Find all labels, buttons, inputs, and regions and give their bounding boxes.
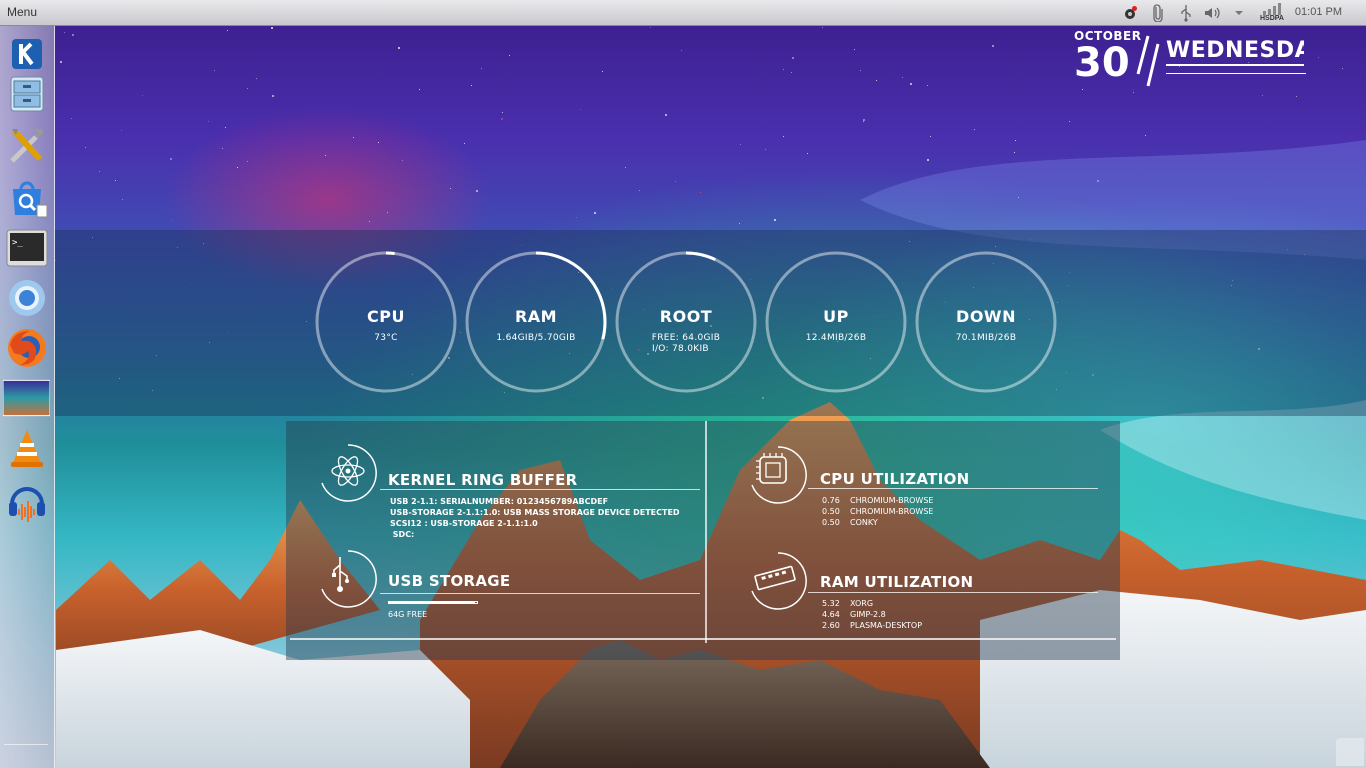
- cpu-process-value: 0.50: [822, 507, 840, 516]
- panel-divider: [705, 421, 707, 643]
- cpu-process-name: CONKY: [850, 518, 878, 527]
- cpu-process-name: CHROMIUM-BROWSE: [850, 507, 934, 516]
- usb-storage-rule: [380, 593, 700, 594]
- up-gauge: UP 12.4MIB/26B: [764, 250, 908, 394]
- ram-utilization-rule: [808, 592, 1098, 593]
- ram-process-value: 4.64: [822, 610, 840, 619]
- root-gauge: ROOT FREE: 64.0GIB I/O: 78.0KIB: [614, 250, 758, 394]
- root-stats: FREE: 64.0GIB I/O: 78.0KIB: [614, 333, 758, 355]
- root-io: I/O: 78.0KIB: [652, 344, 709, 354]
- cpu-temperature: 73°C: [374, 333, 398, 343]
- kernel-log-line: USB 2-1.1: SERIALNUMBER: 0123456789ABCDE…: [390, 497, 609, 506]
- update-gear-icon[interactable]: [1120, 2, 1140, 23]
- kernel-log-line: SCSI12 : USB-STORAGE 2-1.1:1.0: [390, 519, 538, 528]
- weekday-underline: [1166, 73, 1306, 74]
- cpu-process-row: 0.50 CHROMIUM-BROWSE: [822, 506, 933, 517]
- cpu-process-value: 0.76: [822, 496, 840, 505]
- desktop-corner-handle[interactable]: [1336, 738, 1364, 766]
- ram-process-name: XORG: [850, 599, 874, 608]
- ram-process-row: 5.32 XORG: [822, 598, 922, 609]
- cpu-utilization-rule: [808, 488, 1098, 489]
- firefox-icon[interactable]: [3, 324, 50, 371]
- cpu-chip-icon: [746, 443, 807, 504]
- date-weekday: WEDNESDA: [1166, 38, 1304, 66]
- download-total: 70.1MIB/26B: [955, 333, 1017, 343]
- ram-gauge: RAM 1.64GIB/5.70GIB: [464, 250, 608, 394]
- software-center-icon[interactable]: [3, 174, 50, 221]
- upload-total: 12.4MIB/26B: [805, 333, 867, 343]
- date-widget: OCTOBER 30 WEDNESDA: [1070, 28, 1320, 98]
- audacity-icon[interactable]: [3, 478, 50, 525]
- ram-process-row: 4.64 GIMP-2.8: [822, 609, 922, 620]
- system-gauges: CPU 73°C RAM 1.64GIB/5.70GIB ROOT FREE: …: [54, 230, 1366, 416]
- root-gauge-title: ROOT: [659, 307, 713, 326]
- ram-process-list: 5.32 XORG 4.64 GIMP-2.8 2.60 PLASMA-DESKTOP: [822, 598, 922, 631]
- root-free: FREE: 64.0GIB: [651, 333, 721, 343]
- ram-process-value: 5.32: [822, 599, 840, 608]
- chevron-down-icon[interactable]: [1232, 2, 1246, 23]
- wallpaper-thumbnail-icon[interactable]: [3, 374, 50, 421]
- usb-storage-bar: [388, 601, 478, 604]
- usb-icon[interactable]: [1176, 2, 1196, 23]
- kernel-ring-buffer-title: KERNEL RING BUFFER: [388, 471, 578, 489]
- ram-process-row: 2.60 PLASMA-DESKTOP: [822, 620, 922, 631]
- kernel-log-line: USB-STORAGE 2-1.1:1.0: USB MASS STORAGE …: [390, 508, 680, 517]
- vlc-icon[interactable]: [3, 424, 50, 471]
- attachment-icon[interactable]: [1148, 2, 1168, 23]
- network-label: HSDPA: [1260, 14, 1284, 22]
- ram-utilization-title: RAM UTILIZATION: [820, 573, 974, 591]
- ram-module-icon: [746, 549, 807, 610]
- clock[interactable]: 01:01 PM: [1295, 6, 1342, 18]
- ram-process-name: GIMP-2.8: [850, 610, 886, 619]
- application-dock: >_: [0, 26, 55, 768]
- usb-storage-bar-fill: [389, 602, 476, 603]
- date-slash-divider: [1136, 35, 1160, 87]
- cpu-process-value: 0.50: [822, 518, 840, 527]
- signal-icon[interactable]: HSDPA: [1256, 2, 1288, 23]
- kernel-ring-buffer-rule: [380, 489, 700, 490]
- cpu-process-name: CHROMIUM-BROWSE: [850, 496, 934, 505]
- ram-process-value: 2.60: [822, 621, 840, 630]
- cpu-process-row: 0.50 CONKY: [822, 517, 933, 528]
- terminal-icon[interactable]: >_: [3, 224, 50, 271]
- cpu-process-list: 0.76 CHROMIUM-BROWSE 0.50 CHROMIUM-BROWSE …: [822, 495, 933, 528]
- cpu-utilization-title: CPU UTILIZATION: [820, 470, 970, 488]
- menu-button[interactable]: Menu: [7, 5, 37, 19]
- cpu-gauge-title: CPU: [367, 307, 405, 326]
- usb-storage-icon: [316, 547, 377, 608]
- kernel-log: USB 2-1.1: SERIALNUMBER: 0123456789ABCDE…: [390, 496, 680, 540]
- system-info-panel: KERNEL RING BUFFER USB 2-1.1: SERIALNUMB…: [286, 421, 1120, 660]
- ram-process-name: PLASMA-DESKTOP: [850, 621, 923, 630]
- usb-storage-free: 64G FREE: [388, 610, 428, 619]
- usb-storage-title: USB STORAGE: [388, 572, 511, 590]
- ram-gauge-title: RAM: [514, 307, 558, 326]
- cpu-gauge: CPU 73°C: [314, 250, 458, 394]
- chromium-icon[interactable]: [3, 274, 50, 321]
- svg-text:>_: >_: [12, 238, 23, 248]
- down-gauge-title: DOWN: [956, 307, 1016, 326]
- date-day: 30: [1074, 40, 1130, 86]
- ram-usage: 1.64GIB/5.70GIB: [496, 333, 576, 343]
- up-gauge-title: UP: [823, 307, 849, 326]
- down-gauge: DOWN 70.1MIB/26B: [914, 250, 1058, 394]
- kernel-log-line: SDC:: [390, 530, 415, 539]
- cpu-process-row: 0.76 CHROMIUM-BROWSE: [822, 495, 933, 506]
- top-panel: Menu HSDPA 01:01 PM: [0, 0, 1366, 26]
- file-cabinet-icon[interactable]: [3, 70, 50, 117]
- volume-icon[interactable]: [1202, 2, 1224, 23]
- tools-icon[interactable]: [3, 122, 50, 169]
- dock-corner-handle[interactable]: [4, 744, 48, 767]
- atom-icon: [316, 441, 377, 502]
- panel-bottom-bar: [290, 638, 1116, 640]
